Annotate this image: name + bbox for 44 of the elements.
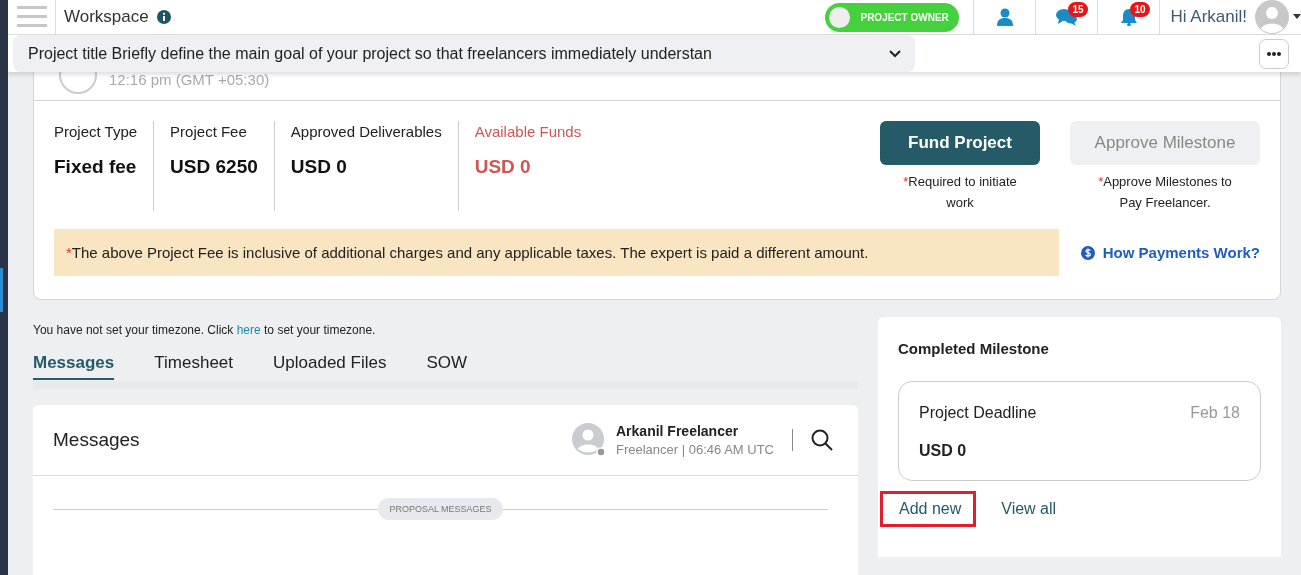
search-icon[interactable] [811, 429, 833, 451]
info-icon[interactable] [156, 10, 171, 24]
contact-name: Arkanil Freelancer [616, 423, 740, 439]
milestone-name: Project Deadline [919, 404, 1037, 422]
stat-label: Project Fee [170, 122, 248, 140]
panel-title: Completed Milestone [898, 340, 1050, 357]
count-badge: 10 [1130, 2, 1150, 17]
more-button[interactable] [1259, 38, 1289, 69]
stat-value: USD 0 [290, 156, 348, 178]
stat-value: Fixed fee [54, 156, 138, 178]
payments-link[interactable]: How Payments Work? [1080, 244, 1260, 261]
milestone-link[interactable]: Add new [880, 491, 977, 527]
fee-notice: *The above Project Fee is inclusive of additional charges and any applicable taxes. The expert is paid a different amount. [54, 229, 1059, 276]
project-selector[interactable]: Project title Briefly define the main goal of your project so that freelancers immediately understan [13, 35, 915, 72]
tab[interactable]: Timesheet [154, 351, 233, 380]
milestone-amount: USD 0 [919, 442, 968, 460]
milestone-link[interactable]: View all [982, 491, 1072, 527]
user-icon[interactable] [995, 8, 1014, 26]
stat-value: USD 6250 [170, 156, 258, 178]
contact-status: Freelancer | 06:46 AM UTC [616, 442, 774, 457]
chevron-down-icon [889, 49, 901, 58]
button-note: *Approve Milestones to Pay Freelancer. [1097, 173, 1233, 212]
count-badge: 15 [1068, 2, 1088, 17]
local-time: 12:16 pm (GMT +05:30) [109, 72, 270, 88]
panel-title: Messages [53, 429, 141, 451]
tab[interactable]: SOW [426, 351, 468, 380]
timezone-note: You have not set your timezone. Click here to set your timezone. [33, 323, 377, 337]
section-label: PROPOSAL MESSAGES [378, 498, 503, 520]
timezone-link[interactable]: here [236, 323, 261, 337]
avatar-icon [572, 423, 606, 457]
stat-label: Approved Deliverables [290, 122, 442, 140]
workspace-title: Workspace [64, 7, 149, 27]
stat-value: USD 0 [474, 156, 532, 178]
milestone-date: Feb 18 [1190, 404, 1240, 422]
tab[interactable]: Messages [33, 351, 115, 380]
tab[interactable]: Uploaded Files [273, 351, 387, 380]
active-indicator [0, 268, 3, 312]
ellipsis-icon [1267, 51, 1281, 56]
stat-label: Project Type [54, 122, 138, 140]
greeting-text: Hi Arkanil! [1170, 7, 1247, 27]
action-button[interactable]: Fund Project [880, 121, 1040, 165]
button-note: *Required to initiate work [902, 173, 1018, 212]
stat-label: Available Funds [474, 122, 582, 140]
dollar-icon [1080, 245, 1095, 260]
